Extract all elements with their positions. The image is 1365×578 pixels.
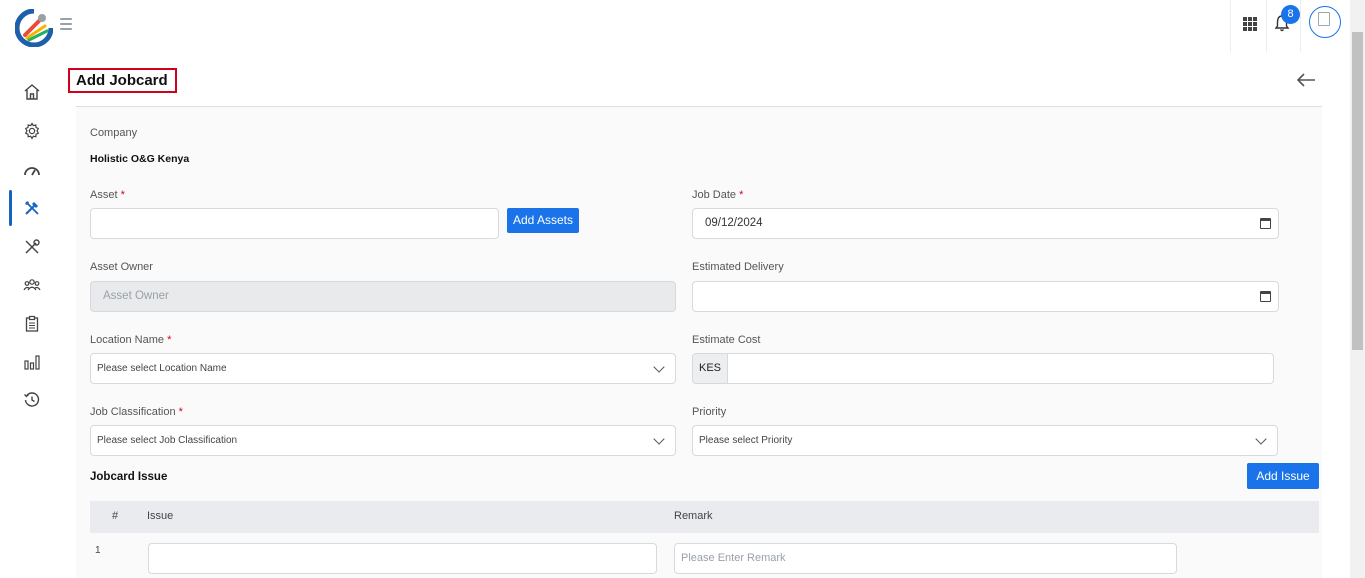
sidebar-item-reports[interactable] <box>0 306 64 342</box>
gear-icon <box>24 122 40 140</box>
asset-label: Asset * <box>90 189 125 201</box>
issue-input[interactable] <box>148 543 657 574</box>
column-header-number: # <box>112 510 119 522</box>
home-icon <box>24 84 40 100</box>
remark-input[interactable]: Please Enter Remark <box>674 543 1177 574</box>
calendar-icon[interactable] <box>1260 218 1271 229</box>
tools-icon <box>25 201 39 215</box>
issue-row-number: 1 <box>95 545 101 556</box>
location-select[interactable]: Please select Location Name <box>90 353 676 384</box>
team-icon <box>23 279 41 291</box>
topbar-divider <box>1266 0 1267 52</box>
column-header-issue: Issue <box>147 510 174 522</box>
asset-owner-label: Asset Owner <box>90 261 153 273</box>
job-date-label-text: Job Date <box>692 189 737 201</box>
priority-select[interactable]: Please select Priority <box>692 425 1278 456</box>
sidebar-item-dashboard[interactable] <box>0 152 64 188</box>
sidebar-item-team[interactable] <box>0 267 64 303</box>
job-classification-placeholder: Please select Job Classification <box>97 435 238 446</box>
arrow-left-icon[interactable] <box>1296 72 1316 88</box>
job-date-input[interactable]: 09/12/2024 <box>692 208 1279 239</box>
estimated-delivery-input[interactable] <box>692 281 1279 312</box>
sidebar-item-history[interactable] <box>0 382 64 418</box>
currency-addon: KES <box>692 353 728 384</box>
required-mark: * <box>167 334 172 346</box>
calendar-icon[interactable] <box>1260 291 1271 302</box>
scrollbar-thumb[interactable] <box>1352 32 1363 350</box>
asset-label-text: Asset <box>90 189 118 201</box>
history-icon <box>24 392 40 407</box>
job-date-value: 09/12/2024 <box>705 217 763 229</box>
job-classification-select[interactable]: Please select Job Classification <box>90 425 676 456</box>
add-issue-button[interactable]: Add Issue <box>1247 463 1319 489</box>
speedometer-icon <box>24 167 40 176</box>
estimate-cost-input[interactable] <box>727 353 1274 384</box>
topbar-divider <box>1230 0 1231 52</box>
location-label-text: Location Name <box>90 334 164 346</box>
sidebar-item-maintenance[interactable] <box>0 229 64 265</box>
top-bar: 8 <box>0 0 1350 52</box>
job-classification-label-text: Job Classification <box>90 406 176 418</box>
hamburger-icon[interactable] <box>60 18 72 30</box>
estimate-cost-label: Estimate Cost <box>692 334 761 346</box>
bar-chart-icon <box>24 355 40 370</box>
estimated-delivery-label: Estimated Delivery <box>692 261 784 273</box>
page-title: Add Jobcard <box>76 72 168 89</box>
chevron-down-icon <box>653 361 665 373</box>
app-logo[interactable] <box>15 9 53 47</box>
required-mark: * <box>120 189 125 201</box>
company-value: Holistic O&G Kenya <box>90 153 190 165</box>
priority-label: Priority <box>692 406 727 418</box>
issue-table-header: # Issue Remark <box>90 501 1319 533</box>
sidebar-item-analytics[interactable] <box>0 344 64 380</box>
topbar-divider <box>1300 0 1301 52</box>
notification-badge: 8 <box>1281 5 1300 24</box>
asset-owner-field: Asset Owner <box>90 281 676 312</box>
column-header-remark: Remark <box>674 510 713 522</box>
priority-placeholder: Please select Priority <box>699 435 793 446</box>
wrench-screwdriver-icon <box>25 239 40 254</box>
user-avatar[interactable] <box>1309 6 1341 38</box>
apps-grid-icon[interactable] <box>1243 17 1257 31</box>
job-date-label: Job Date * <box>692 189 743 201</box>
clipboard-icon <box>25 315 39 332</box>
jobcard-issue-title: Jobcard Issue <box>90 471 168 483</box>
company-label: Company <box>90 127 138 139</box>
asset-input[interactable] <box>90 208 499 239</box>
location-placeholder: Please select Location Name <box>97 363 227 374</box>
sidebar-item-settings[interactable] <box>0 113 64 149</box>
required-mark: * <box>739 189 744 201</box>
sidebar <box>0 52 64 578</box>
chevron-down-icon <box>653 433 665 445</box>
location-label: Location Name * <box>90 334 171 346</box>
chevron-down-icon <box>1255 433 1267 445</box>
required-mark: * <box>178 406 183 418</box>
sidebar-item-jobcards[interactable] <box>0 190 64 226</box>
job-classification-label: Job Classification * <box>90 406 183 418</box>
sidebar-item-home[interactable] <box>0 74 64 110</box>
add-assets-button[interactable]: Add Assets <box>507 208 579 233</box>
page-scrollbar[interactable] <box>1350 0 1365 578</box>
